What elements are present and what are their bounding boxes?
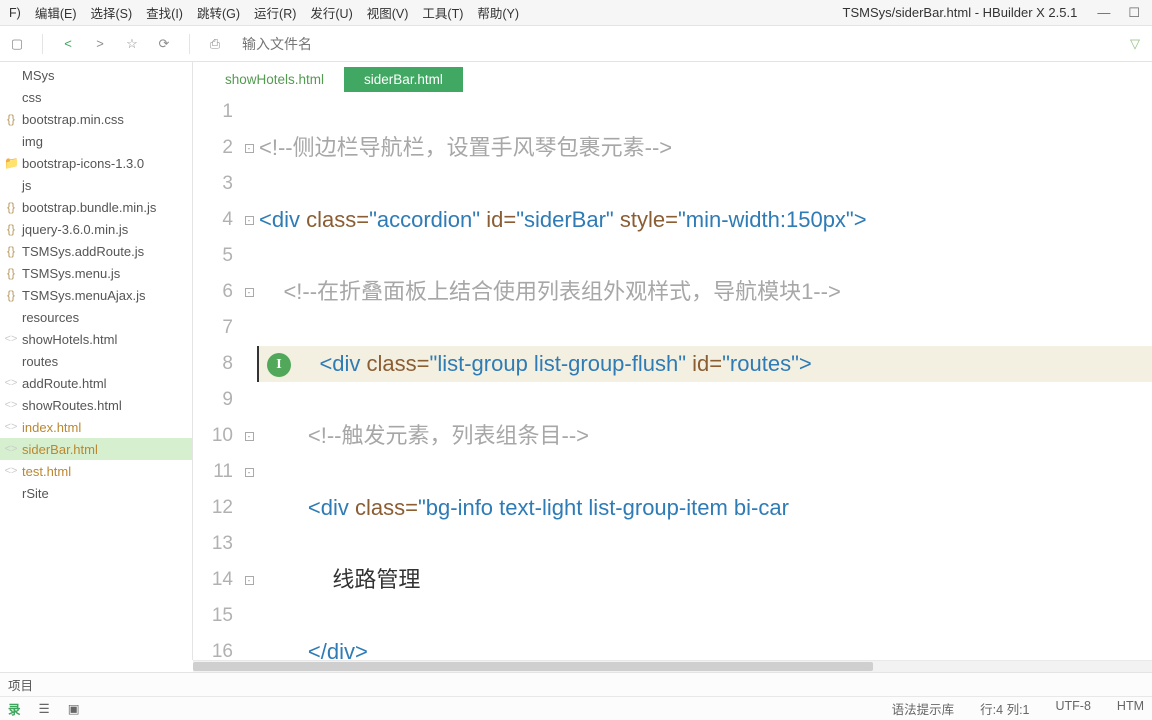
list-icon[interactable]: ☰ bbox=[39, 701, 50, 716]
tab-showhotels[interactable]: showHotels.html bbox=[205, 67, 344, 92]
forward-icon[interactable]: > bbox=[91, 35, 109, 53]
maximize-icon[interactable]: ☐ bbox=[1128, 5, 1140, 21]
tree-item[interactable]: 📁bootstrap-icons-1.3.0 bbox=[0, 152, 192, 174]
menu-file[interactable]: F) bbox=[2, 4, 28, 22]
menu-tools[interactable]: 工具(T) bbox=[415, 1, 470, 24]
editor-tabs: showHotels.html siderBar.html bbox=[193, 62, 1152, 92]
status-bar-1: 项目 bbox=[0, 672, 1152, 696]
tab-siderbar[interactable]: siderBar.html bbox=[344, 67, 463, 92]
code-editor[interactable]: 1234 5678 9101112 13141516 -- - -- - <!-… bbox=[193, 92, 1152, 660]
status-bar-2: 录 ☰ ▣ 语法提示库 行:4 列:1 UTF-8 HTM bbox=[0, 696, 1152, 720]
menu-edit[interactable]: 编辑(E) bbox=[28, 1, 84, 24]
tree-item[interactable]: img bbox=[0, 130, 192, 152]
project-tree[interactable]: MSyscss{}bootstrap.min.cssimg📁bootstrap-… bbox=[0, 62, 193, 660]
preview-icon[interactable]: ⎙ bbox=[206, 35, 224, 53]
minimize-icon[interactable]: — bbox=[1097, 5, 1110, 21]
star-icon[interactable]: ☆ bbox=[123, 35, 141, 53]
toolbar: ▢ < > ☆ ⟳ ⎙ ▽ bbox=[0, 26, 1152, 62]
tree-item[interactable]: <>addRoute.html bbox=[0, 372, 192, 394]
tree-item[interactable]: {}TSMSys.menu.js bbox=[0, 262, 192, 284]
menu-select[interactable]: 选择(S) bbox=[83, 1, 139, 24]
line-gutter: 1234 5678 9101112 13141516 bbox=[193, 92, 241, 660]
menu-publish[interactable]: 发行(U) bbox=[303, 1, 359, 24]
filter-icon[interactable]: ▽ bbox=[1126, 35, 1144, 53]
tree-item[interactable]: css bbox=[0, 86, 192, 108]
window-title: TSMSys/siderBar.html - HBuilder X 2.5.1 bbox=[843, 5, 1078, 20]
refresh-icon[interactable]: ⟳ bbox=[155, 35, 173, 53]
tree-item[interactable]: <>index.html bbox=[0, 416, 192, 438]
tree-item[interactable]: {}jquery-3.6.0.min.js bbox=[0, 218, 192, 240]
search-input[interactable] bbox=[238, 32, 738, 56]
tree-item[interactable]: <>siderBar.html bbox=[0, 438, 192, 460]
horizontal-scrollbar[interactable] bbox=[193, 660, 1152, 672]
tree-item[interactable]: <>test.html bbox=[0, 460, 192, 482]
code-content[interactable]: <!--侧边栏导航栏，设置手风琴包裹元素--> <div class="acco… bbox=[257, 92, 1152, 660]
tree-item[interactable]: {}bootstrap.bundle.min.js bbox=[0, 196, 192, 218]
save-icon[interactable]: ▢ bbox=[8, 35, 26, 53]
menu-bar: F) 编辑(E) 选择(S) 查找(I) 跳转(G) 运行(R) 发行(U) 视… bbox=[0, 0, 1152, 26]
encoding[interactable]: UTF-8 bbox=[1056, 699, 1091, 718]
menu-run[interactable]: 运行(R) bbox=[247, 1, 303, 24]
tree-item[interactable]: {}TSMSys.menuAjax.js bbox=[0, 284, 192, 306]
language-mode[interactable]: HTM bbox=[1117, 699, 1144, 718]
cursor-position: 行:4 列:1 bbox=[980, 699, 1029, 718]
project-label[interactable]: 项目 bbox=[8, 675, 33, 694]
tree-item[interactable]: {}TSMSys.addRoute.js bbox=[0, 240, 192, 262]
back-icon[interactable]: < bbox=[59, 35, 77, 53]
menu-find[interactable]: 查找(I) bbox=[139, 1, 190, 24]
menu-help[interactable]: 帮助(Y) bbox=[470, 1, 526, 24]
tree-item[interactable]: js bbox=[0, 174, 192, 196]
tree-item[interactable]: routes bbox=[0, 350, 192, 372]
syntax-hint[interactable]: 语法提示库 bbox=[892, 699, 955, 718]
menu-goto[interactable]: 跳转(G) bbox=[190, 1, 247, 24]
tree-item[interactable]: <>showHotels.html bbox=[0, 328, 192, 350]
login-status[interactable]: 录 bbox=[8, 699, 21, 718]
cursor-indicator: I bbox=[267, 353, 291, 377]
menu-view[interactable]: 视图(V) bbox=[360, 1, 416, 24]
tree-item[interactable]: rSite bbox=[0, 482, 192, 504]
terminal-icon[interactable]: ▣ bbox=[68, 701, 80, 716]
tree-item[interactable]: <>showRoutes.html bbox=[0, 394, 192, 416]
tree-item[interactable]: {}bootstrap.min.css bbox=[0, 108, 192, 130]
fold-column[interactable]: -- - -- - bbox=[241, 92, 257, 660]
tree-item[interactable]: resources bbox=[0, 306, 192, 328]
tree-item[interactable]: MSys bbox=[0, 64, 192, 86]
